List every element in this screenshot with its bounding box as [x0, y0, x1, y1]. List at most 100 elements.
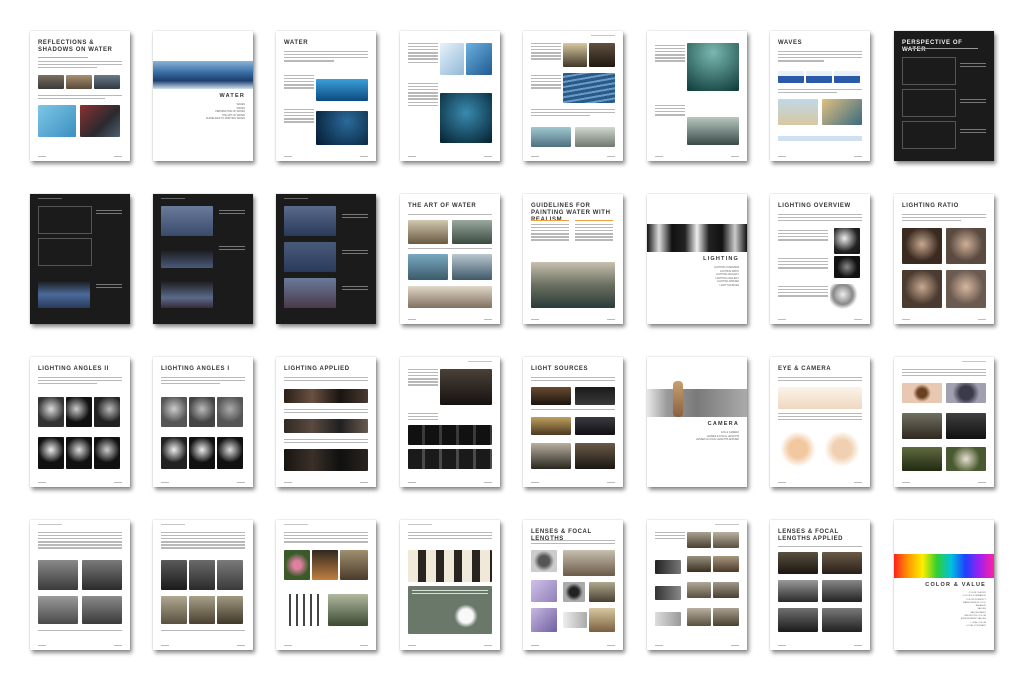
- photo-sunset: [563, 43, 587, 67]
- diagram-wave-1: [778, 71, 804, 83]
- page-water[interactable]: WATER: [276, 31, 376, 161]
- page-perspective-3[interactable]: [153, 194, 253, 324]
- page-waves[interactable]: WAVES: [770, 31, 870, 161]
- photo-light-4: [575, 417, 615, 435]
- section-divider-color-value[interactable]: COLOR & VALUE COLOR THEORY COLOR & LUMIN…: [894, 520, 994, 650]
- photo-lens-4: [655, 560, 681, 574]
- page-lighting-applied[interactable]: LIGHTING APPLIED: [276, 357, 376, 487]
- section-title: CAMERA: [707, 421, 739, 427]
- painting-3: [408, 254, 448, 280]
- page-water-2[interactable]: [400, 31, 500, 161]
- page-lenses-2[interactable]: [647, 520, 747, 650]
- photo-figure: [589, 43, 615, 67]
- page-camera-perspective[interactable]: [400, 520, 500, 650]
- photo-street-8: [713, 608, 739, 626]
- photo-glass-2: [575, 127, 615, 147]
- photo-ice: [440, 43, 464, 75]
- toc-item[interactable]: LENSES & FOCAL LENGTHS APPLIED: [696, 438, 739, 442]
- photo-lens-2: [563, 582, 585, 602]
- page-lighting-angles-2[interactable]: LIGHTING ANGLES II: [30, 357, 130, 487]
- page-title: LIGHTING ANGLES II: [38, 366, 109, 372]
- film-still-6: [822, 552, 862, 574]
- photo-beach: [778, 99, 818, 125]
- page-eye-and-camera[interactable]: EYE & CAMERA: [770, 357, 870, 487]
- photo-mannequin-2: [82, 560, 122, 590]
- page-camera-focus[interactable]: [276, 520, 376, 650]
- page-lighting-overview[interactable]: LIGHTING OVERVIEW: [770, 194, 870, 324]
- page-water-3[interactable]: [523, 31, 623, 161]
- bust-render-4: [38, 437, 64, 469]
- bust-render-7: [161, 397, 187, 427]
- page-lighting-angles-1[interactable]: LIGHTING ANGLES I: [153, 357, 253, 487]
- sphere-render-2: [834, 256, 860, 278]
- page-eye-and-camera-2[interactable]: [894, 357, 994, 487]
- section-divider-water[interactable]: WATER WAVES WATER PERSPECTIVE OF WATER T…: [153, 31, 253, 161]
- toc-item[interactable]: LOCAL CONTRAST: [961, 625, 986, 628]
- page-camera-exposure-1[interactable]: [30, 520, 130, 650]
- page-water-4[interactable]: [647, 31, 747, 161]
- diagram-grid-1: [38, 206, 92, 234]
- diagram-wave-3: [834, 71, 860, 83]
- render-water-5: [284, 242, 336, 272]
- photo-light-3: [531, 417, 571, 435]
- portrait-2: [946, 228, 986, 264]
- photo-camera-1: [902, 413, 942, 439]
- toc-item[interactable]: LIGHT SOURCES: [714, 284, 739, 288]
- page-perspective-4[interactable]: [276, 194, 376, 324]
- page-perspective-2[interactable]: [30, 194, 130, 324]
- section-title: WATER: [219, 93, 245, 99]
- diagram-eye-3: [822, 427, 862, 471]
- photo-lens-telephoto: [563, 612, 587, 628]
- diagram-grid-2: [38, 238, 92, 266]
- section-divider-lighting[interactable]: LIGHTING LIGHTING OVERVIEW LIGHTING RATI…: [647, 194, 747, 324]
- render-water-2: [161, 242, 213, 268]
- photo-flower-pink: [284, 550, 310, 580]
- photo-portrait-blur: [340, 550, 368, 580]
- bust-render-12: [217, 437, 243, 469]
- page-title: LIGHTING OVERVIEW: [778, 203, 851, 209]
- photo-mannequin-6: [189, 560, 215, 590]
- page-title: WAVES: [778, 40, 803, 46]
- page-camera-exposure-2[interactable]: [153, 520, 253, 650]
- bust-render-9: [217, 397, 243, 427]
- diagram-eye-2: [778, 427, 818, 471]
- painting-4: [452, 254, 492, 280]
- photo-deep-water: [440, 93, 492, 143]
- bust-render-6: [94, 437, 120, 469]
- photo-street-3: [687, 556, 711, 572]
- photo-water-surface: [466, 43, 492, 75]
- page-reflections-shadows[interactable]: REFLECTIONS & SHADOWS ON WATER: [30, 31, 130, 161]
- diagram-perspective-3: [902, 121, 956, 149]
- page-title: EYE & CAMERA: [778, 366, 832, 372]
- photo-flowers-2: [946, 447, 986, 471]
- photo-street-6: [713, 582, 739, 598]
- photo-mannequin-9: [189, 596, 215, 624]
- page-lenses-applied[interactable]: LENSES & FOCAL LENGTHS APPLIED: [770, 520, 870, 650]
- section-divider-camera[interactable]: CAMERA EYE & CAMERA LENSES & FOCAL LENGT…: [647, 357, 747, 487]
- photo-reflection-2: [66, 75, 92, 89]
- section-toc: WAVES WATER PERSPECTIVE OF WATER THE ART…: [206, 103, 245, 121]
- photo-light-6: [575, 443, 615, 469]
- section-toc: EYE & CAMERA LENSES & FOCAL LENGTHS LENS…: [696, 431, 739, 442]
- page-lighting-ratio[interactable]: LIGHTING RATIO: [894, 194, 994, 324]
- diagram-wave-2: [806, 71, 832, 83]
- photo-light-2: [575, 387, 615, 405]
- render-water-3: [161, 274, 213, 308]
- page-light-sources[interactable]: LIGHT SOURCES: [523, 357, 623, 487]
- film-strip-1: [408, 425, 492, 445]
- page-lenses-focal-lengths[interactable]: LENSES & FOCAL LENGTHS: [523, 520, 623, 650]
- page-art-of-water[interactable]: THE ART OF WATER: [400, 194, 500, 324]
- photo-street-night: [312, 550, 338, 580]
- painting-2: [452, 220, 492, 244]
- photo-lens-1: [531, 550, 557, 572]
- painting-5: [408, 286, 492, 308]
- page-lighting-applied-2[interactable]: [400, 357, 500, 487]
- photo-building: [589, 582, 615, 602]
- film-still-4: [440, 369, 492, 405]
- diagram-perspective-2: [902, 89, 956, 117]
- page-guidelines-painting-water[interactable]: GUIDELINES FOR PAINTING WATER WITH REALI…: [523, 194, 623, 324]
- photo-underwater-light: [687, 43, 739, 91]
- toc-item[interactable]: GUIDELINES TO PAINTING WATER: [206, 117, 245, 121]
- sphere-render-3: [830, 284, 862, 310]
- page-perspective-of-water[interactable]: PERSPECTIVE OF WATER: [894, 31, 994, 161]
